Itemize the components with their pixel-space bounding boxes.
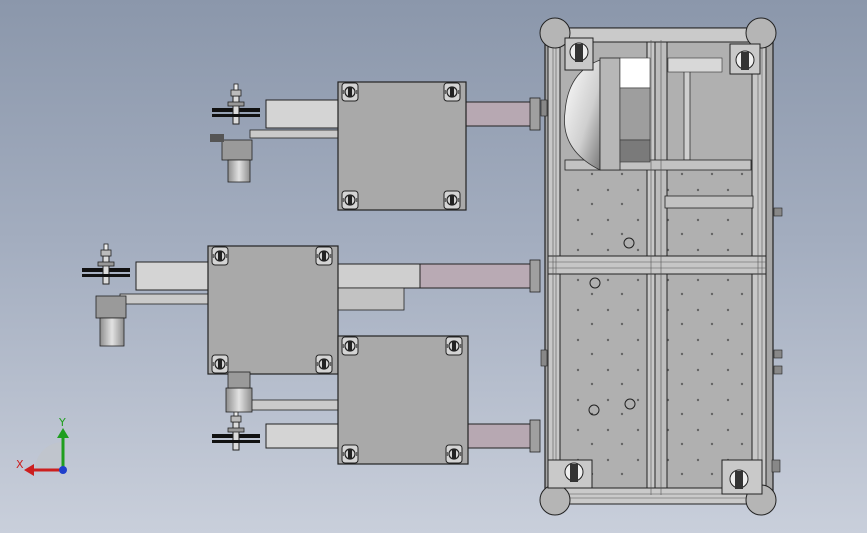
module-top <box>210 81 541 211</box>
y-axis-label: Y <box>58 416 66 429</box>
main-frame <box>540 27 783 505</box>
x-axis-label: X <box>16 458 24 471</box>
module-middle <box>81 243 541 375</box>
cad-model-canvas: Y X <box>16 17 783 516</box>
orientation-triad: Y X <box>16 416 69 476</box>
cad-viewport[interactable]: Y X <box>0 0 867 533</box>
caster-bottom-left <box>539 459 593 516</box>
z-axis-dot <box>59 466 67 474</box>
